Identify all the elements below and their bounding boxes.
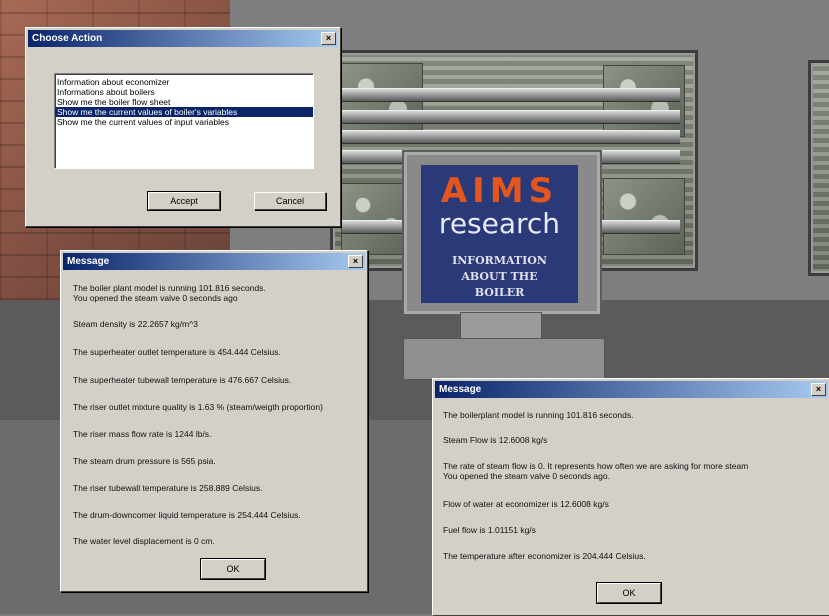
- list-item[interactable]: Show me the current values of input vari…: [55, 117, 313, 127]
- accept-button[interactable]: Accept: [147, 191, 221, 211]
- choose-action-dialog: Choose Action × Information about econom…: [25, 27, 341, 227]
- list-item[interactable]: Informations about boilers: [55, 87, 313, 97]
- sign-base: [403, 338, 605, 380]
- message-line: Steam density is 22.2657 kg/m^3: [73, 319, 198, 329]
- sign-caption-line: ABOUT THE: [461, 270, 538, 283]
- message-line: The rate of steam flow is 0. It represen…: [443, 461, 749, 471]
- sign-pedestal: [460, 312, 542, 340]
- message-line: You opened the steam valve 0 seconds ago…: [443, 471, 610, 481]
- choose-action-titlebar[interactable]: Choose Action ×: [28, 30, 338, 47]
- message-line: The riser tubewall temperature is 258.88…: [73, 483, 263, 493]
- message-line: Steam Flow is 12.6008 kg/s: [443, 435, 548, 445]
- boiler-pipe-panel-right: [808, 60, 829, 276]
- sign-caption-line: BOILER: [474, 286, 525, 299]
- message-line: The boiler plant model is running 101.81…: [73, 283, 266, 293]
- message-line: The steam drum pressure is 565 psia.: [73, 456, 216, 466]
- close-icon[interactable]: ×: [348, 255, 363, 268]
- message-line: You opened the steam valve 0 seconds ago: [73, 293, 238, 303]
- message-line: Flow of water at economizer is 12.6008 k…: [443, 499, 609, 509]
- message-line: The water level displacement is 0 cm.: [73, 536, 215, 546]
- sign-caption: INFORMATION ABOUT THE BOILER: [431, 253, 568, 301]
- message-line: Fuel flow is 1.01151 kg/s: [443, 525, 536, 535]
- message-line: The temperature after economizer is 204.…: [443, 551, 646, 561]
- message-left-title: Message: [67, 256, 110, 267]
- list-item-selected[interactable]: Show me the current values of boiler's v…: [55, 107, 313, 117]
- steam-pipe-3: [342, 130, 680, 144]
- message-line: The superheater tubewall temperature is …: [73, 375, 292, 385]
- choose-action-title: Choose Action: [32, 33, 103, 44]
- message-left-titlebar[interactable]: Message ×: [63, 253, 365, 270]
- list-item[interactable]: Information about economizer: [55, 77, 313, 87]
- sign-caption-line: INFORMATION: [452, 254, 547, 267]
- close-icon[interactable]: ×: [321, 32, 336, 45]
- message-right-title: Message: [439, 384, 482, 395]
- sign-brand-top: AIMS: [440, 171, 559, 211]
- message-line: The boilerplant model is running 101.816…: [443, 410, 634, 420]
- message-line: The riser mass flow rate is 1244 lb/s.: [73, 429, 212, 439]
- message-right-titlebar[interactable]: Message ×: [435, 381, 828, 398]
- action-listbox[interactable]: Information about economizer Information…: [54, 73, 314, 169]
- message-dialog-left: Message × The boiler plant model is runn…: [60, 250, 368, 592]
- cancel-button[interactable]: Cancel: [254, 192, 326, 210]
- sign-brand-bottom: research: [438, 207, 561, 240]
- message-dialog-right: Message × The boilerplant model is runni…: [432, 378, 829, 616]
- message-line: The superheater outlet temperature is 45…: [73, 347, 281, 357]
- steam-pipe-2: [342, 110, 680, 124]
- message-line: The drum-downcomer liquid temperature is…: [73, 510, 301, 520]
- steam-pipe-1: [342, 88, 680, 102]
- message-line: The riser outlet mixture quality is 1.63…: [73, 402, 323, 412]
- ok-button[interactable]: OK: [596, 582, 662, 604]
- list-item[interactable]: Show me the boiler flow sheet: [55, 97, 313, 107]
- ok-button[interactable]: OK: [200, 558, 266, 580]
- aims-research-sign[interactable]: AIMS research INFORMATION ABOUT THE BOIL…: [421, 165, 578, 303]
- close-icon[interactable]: ×: [811, 383, 826, 396]
